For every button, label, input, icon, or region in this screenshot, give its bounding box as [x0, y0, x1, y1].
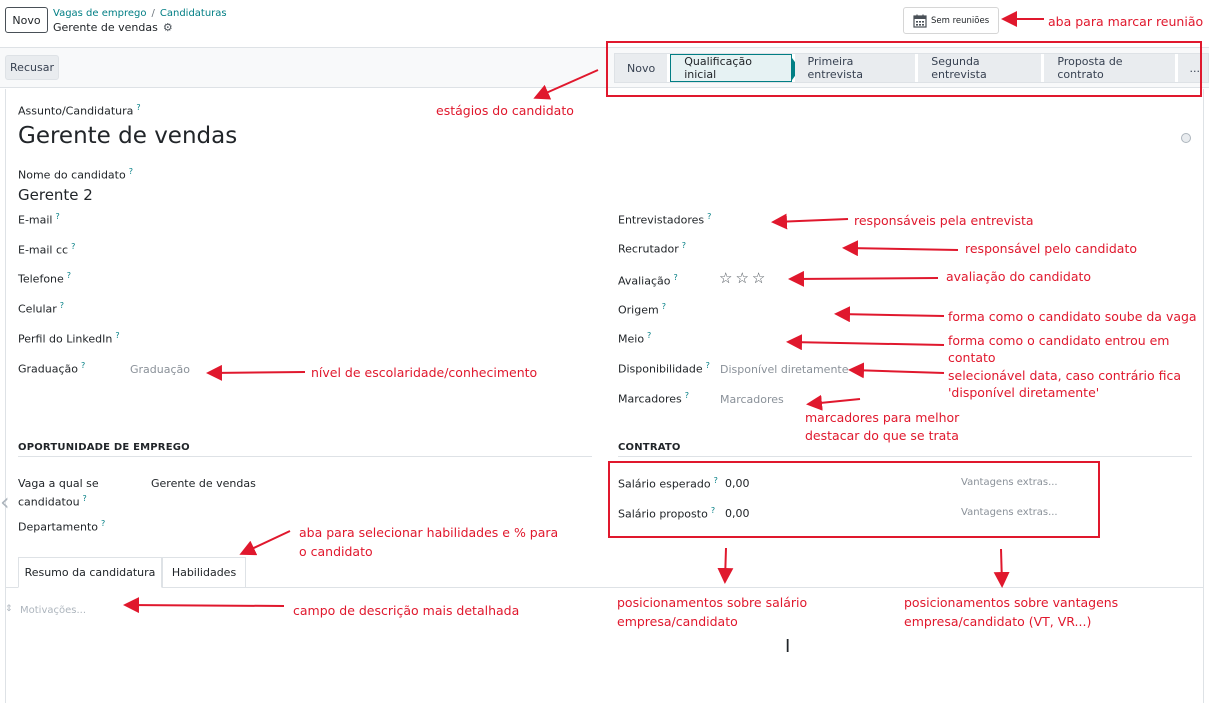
source-label: Origem? [618, 302, 666, 317]
help-icon[interactable]: ? [101, 519, 105, 528]
candidate-name-input[interactable]: Gerente 2 [18, 186, 93, 204]
contract-section-title: CONTRATO [618, 442, 681, 453]
interviewers-label: Entrevistadores? [618, 212, 712, 227]
email-label: E-mail? [18, 212, 60, 227]
annotation-stages: estágios do candidato [436, 103, 574, 118]
annotation-recruiter: responsável pelo candidato [965, 241, 1138, 256]
annotation-source: forma como o candidato soube da vaga [948, 309, 1197, 324]
email-cc-label: E-mail cc? [18, 242, 76, 257]
meetings-button[interactable]: Sem reuniões [903, 7, 999, 34]
subject-label: Assunto/Candidatura? [18, 103, 141, 118]
breadcrumb: Vagas de emprego / Candidaturas [53, 8, 227, 19]
breadcrumb-jobs-link[interactable]: Vagas de emprego [53, 8, 147, 19]
help-icon[interactable]: ? [129, 167, 133, 176]
resize-handle-icon[interactable]: ⇕ [5, 604, 13, 614]
annotation-interviewers: responsáveis pela entrevista [854, 213, 1034, 228]
help-icon[interactable]: ? [706, 361, 710, 370]
job-label: Vaga a qual se candidatou? [18, 477, 99, 509]
tab-skills[interactable]: Habilidades [162, 557, 246, 588]
annotation-medium: forma como o candidato entrou em contato [948, 333, 1170, 365]
job-input[interactable]: Gerente de vendas [151, 477, 256, 490]
text-cursor-icon: I [785, 636, 791, 657]
annotation-description: campo de descrição mais detalhada [293, 603, 520, 618]
help-icon[interactable]: ? [67, 271, 71, 280]
annotation-meeting: aba para marcar reunião [1048, 14, 1204, 29]
help-icon[interactable]: ? [83, 494, 87, 503]
mobile-label: Celular? [18, 301, 65, 316]
current-record-title: Gerente de vendas ⚙ [53, 21, 173, 34]
calendar-icon [913, 14, 927, 28]
help-icon[interactable]: ? [685, 391, 689, 400]
chevron-left-icon[interactable]: ‹ [0, 488, 10, 516]
help-icon[interactable]: ? [81, 361, 85, 370]
breadcrumb-applications-link[interactable]: Candidaturas [160, 8, 227, 19]
star-icon[interactable]: ☆ [752, 271, 765, 286]
tags-label: Marcadores? [618, 391, 690, 406]
help-icon[interactable]: ? [647, 331, 651, 340]
help-icon[interactable]: ? [56, 212, 60, 221]
refuse-button[interactable]: Recusar [5, 55, 59, 80]
summary-textarea[interactable]: Motivações... [20, 605, 86, 616]
help-icon[interactable]: ? [682, 241, 686, 250]
help-icon[interactable]: ? [136, 103, 140, 112]
kanban-state-icon[interactable] [1181, 133, 1191, 143]
gear-icon[interactable]: ⚙ [163, 21, 173, 34]
candidate-name-label: Nome do candidato? [18, 167, 133, 182]
rating-label: Avaliação? [618, 273, 678, 288]
degree-label: Graduação? [18, 361, 86, 376]
help-icon[interactable]: ? [674, 273, 678, 282]
stages-highlight-box [606, 41, 1202, 97]
annotation-availability: selecionável data, caso contrário fica'd… [948, 368, 1182, 400]
availability-input[interactable]: Disponível diretamente [720, 363, 849, 376]
job-section-title: OPORTUNIDADE DE EMPREGO [18, 442, 190, 453]
help-icon[interactable]: ? [662, 302, 666, 311]
help-icon[interactable]: ? [115, 331, 119, 340]
phone-label: Telefone? [18, 271, 72, 286]
annotation-skills: aba para selecionar habilidades e % para… [299, 525, 559, 559]
star-icon[interactable]: ☆ [735, 271, 748, 286]
subject-input[interactable]: Gerente de vendas [18, 123, 237, 149]
section-divider [618, 456, 1192, 457]
current-record-label: Gerente de vendas [53, 21, 158, 34]
new-button[interactable]: Novo [5, 7, 48, 33]
medium-label: Meio? [618, 331, 652, 346]
annotation-degree: nível de escolaridade/conhecimento [311, 365, 538, 380]
breadcrumb-separator: / [151, 8, 155, 19]
help-icon[interactable]: ? [60, 301, 64, 310]
recruiter-label: Recrutador? [618, 241, 686, 256]
meetings-button-label: Sem reuniões [931, 15, 990, 26]
annotation-salary: posicionamentos sobre salário empresa/can… [617, 595, 808, 629]
degree-input[interactable]: Graduação [130, 363, 190, 376]
contract-highlight-box [608, 461, 1100, 538]
rating-stars: ☆ ☆ ☆ [719, 271, 768, 286]
help-icon[interactable]: ? [71, 242, 75, 251]
linkedin-label: Perfil do LinkedIn? [18, 331, 120, 346]
star-icon[interactable]: ☆ [719, 271, 732, 286]
department-label: Departamento? [18, 519, 106, 534]
help-icon[interactable]: ? [707, 212, 711, 221]
tab-application-summary[interactable]: Resumo da candidatura [18, 557, 162, 588]
annotation-tags: marcadores para melhor destacar do que se… [805, 410, 960, 443]
section-divider [18, 456, 592, 457]
annotation-benefits: posicionamentos sobre vantagens empresa/c… [904, 595, 1119, 629]
tags-input[interactable]: Marcadores [720, 393, 784, 406]
availability-label: Disponibilidade? [618, 361, 710, 376]
annotation-rating: avaliação do candidato [946, 269, 1092, 284]
